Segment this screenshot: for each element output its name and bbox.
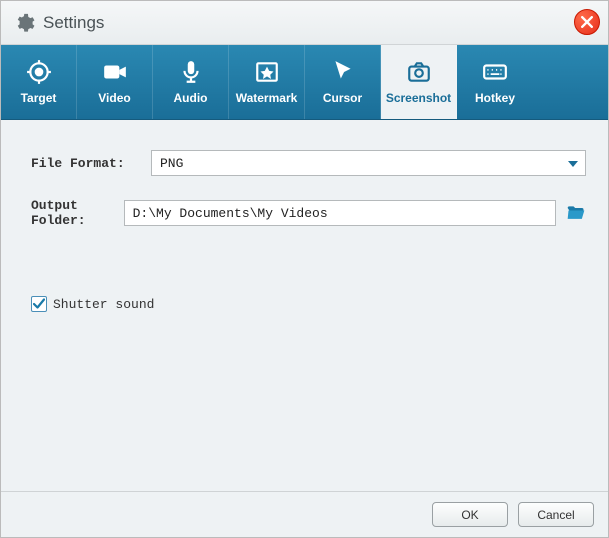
tab-hotkey[interactable]: Hotkey (457, 45, 533, 119)
tab-screenshot[interactable]: Screenshot (381, 45, 457, 119)
watermark-icon (254, 59, 280, 85)
shutter-sound-row: Shutter sound (31, 296, 586, 312)
tabbar: Target Video Audio Watermark Cursor (1, 45, 608, 120)
ok-button[interactable]: OK (432, 502, 508, 527)
output-folder-row: Output Folder: (31, 198, 586, 228)
file-format-select[interactable] (151, 150, 586, 176)
output-folder-label: Output Folder: (31, 198, 124, 228)
tab-audio[interactable]: Audio (153, 45, 229, 119)
shutter-sound-label: Shutter sound (53, 297, 154, 312)
tab-label: Cursor (323, 91, 362, 105)
window-title: Settings (43, 13, 104, 33)
settings-window: Settings Target Video Audio (0, 0, 609, 538)
target-icon (26, 59, 52, 85)
video-icon (102, 59, 128, 85)
keyboard-icon (482, 59, 508, 85)
tab-video[interactable]: Video (77, 45, 153, 119)
tab-label: Screenshot (386, 91, 451, 105)
tab-watermark[interactable]: Watermark (229, 45, 305, 119)
folder-open-icon (566, 203, 586, 223)
tab-target[interactable]: Target (1, 45, 77, 119)
file-format-row: File Format: (31, 150, 586, 176)
titlebar: Settings (1, 1, 608, 45)
close-icon (581, 16, 593, 28)
tab-label: Watermark (236, 91, 298, 105)
close-button[interactable] (574, 9, 600, 35)
tab-label: Video (98, 91, 130, 105)
shutter-sound-checkbox[interactable] (31, 296, 47, 312)
tab-label: Target (21, 91, 57, 105)
tab-label: Hotkey (475, 91, 515, 105)
tab-cursor[interactable]: Cursor (305, 45, 381, 119)
footer: OK Cancel (1, 491, 608, 537)
gear-icon (13, 12, 35, 34)
audio-icon (178, 59, 204, 85)
content-area: File Format: Output Folder: Shutter soun… (1, 120, 608, 491)
check-icon (33, 298, 45, 310)
browse-folder-button[interactable] (566, 202, 586, 224)
tab-label: Audio (174, 91, 208, 105)
file-format-label: File Format: (31, 156, 151, 171)
cancel-button[interactable]: Cancel (518, 502, 594, 527)
file-format-value[interactable] (151, 150, 586, 176)
camera-icon (406, 59, 432, 85)
output-folder-field[interactable] (124, 200, 556, 226)
cursor-icon (330, 59, 356, 85)
